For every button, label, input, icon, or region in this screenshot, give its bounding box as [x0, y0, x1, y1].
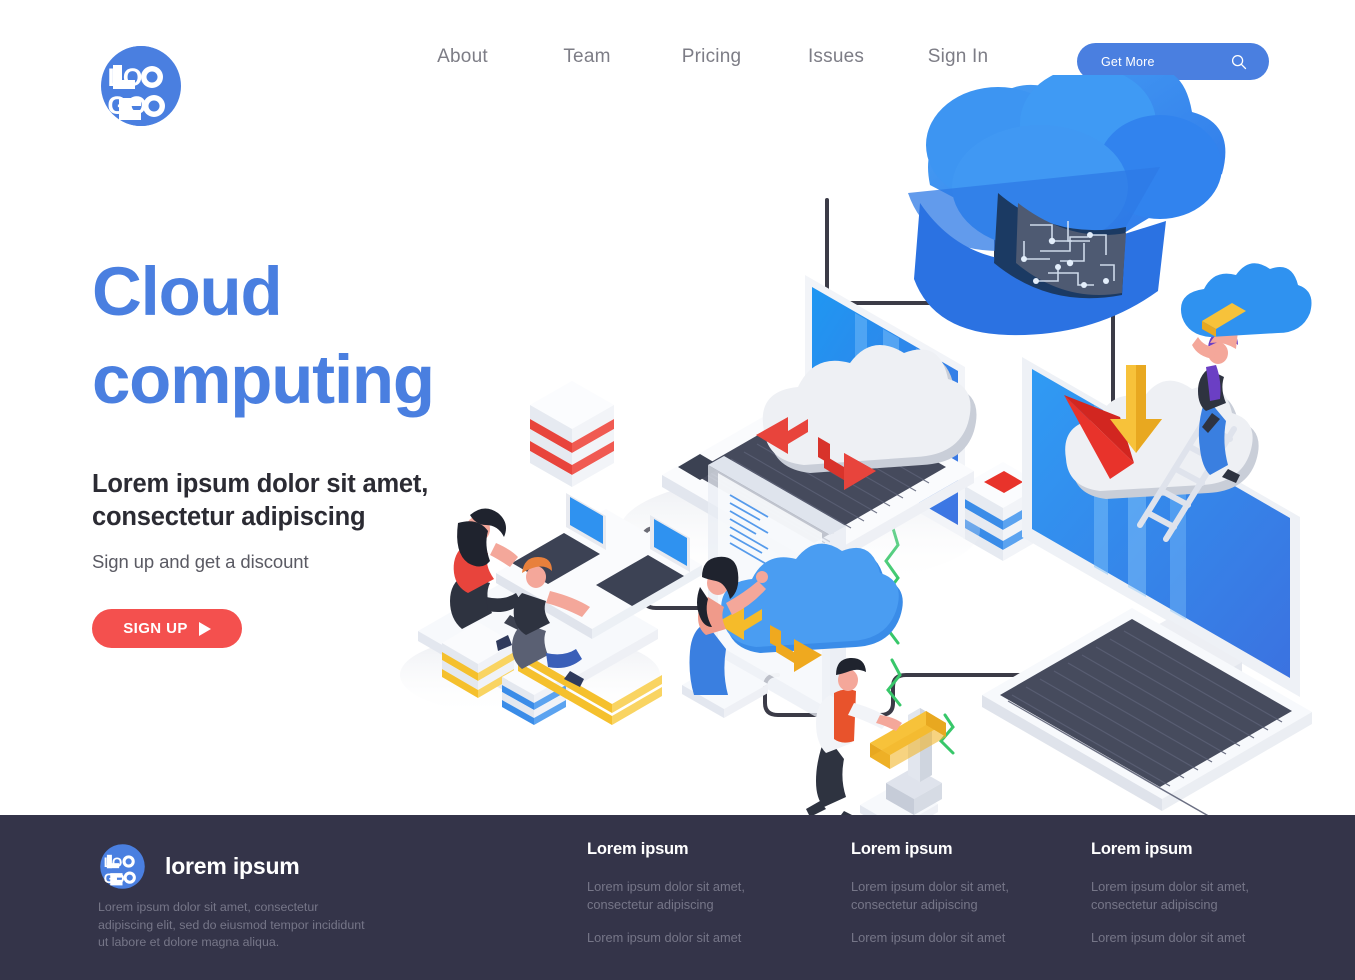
circular-logo-icon: LO GO: [100, 844, 145, 889]
sign-up-label: SIGN UP: [123, 620, 188, 637]
footer-brand[interactable]: LO GO lorem ipsum: [98, 842, 300, 891]
footer-link[interactable]: Lorem ipsum dolor sit amet, consectetur …: [1091, 878, 1306, 913]
nav-item-pricing[interactable]: Pricing: [649, 46, 774, 68]
footer-column-title: Lorem ipsum: [1091, 840, 1193, 858]
footer-column-title: Lorem ipsum: [587, 840, 689, 858]
sign-up-button[interactable]: SIGN UP: [92, 609, 242, 648]
footer-logo-text-go: GO: [104, 871, 125, 886]
server-stack-red: [530, 381, 614, 487]
nav-item-issues[interactable]: Issues: [774, 46, 898, 68]
footer-column-title: Lorem ipsum: [851, 840, 953, 858]
footer-about-text: Lorem ipsum dolor sit amet, consectetur …: [98, 900, 365, 949]
play-triangle-icon: [198, 621, 211, 636]
main-navigation: About Team Pricing Issues Sign In: [400, 46, 1018, 68]
brand-logo[interactable]: LO GO: [97, 42, 185, 130]
footer-link[interactable]: Lorem ipsum dolor sit amet: [851, 929, 1066, 947]
nav-item-signin[interactable]: Sign In: [898, 46, 1018, 68]
footer-link[interactable]: Lorem ipsum dolor sit amet, consectetur …: [851, 878, 1066, 913]
footer-logo-text-lo: LO: [104, 855, 123, 870]
page-title-line-2: computing: [92, 341, 435, 418]
footer-column-2: Lorem ipsum Lorem ipsum dolor sit amet, …: [851, 840, 1066, 947]
site-footer: LO GO lorem ipsum Lorem ipsum dolor sit …: [0, 815, 1355, 980]
footer-column-1: Lorem ipsum Lorem ipsum dolor sit amet, …: [587, 840, 802, 947]
cloud-with-circuit-board: [908, 75, 1226, 336]
search-icon: [1231, 54, 1247, 69]
footer-link[interactable]: Lorem ipsum dolor sit amet: [1091, 929, 1306, 947]
footer-link[interactable]: Lorem ipsum dolor sit amet, consectetur …: [587, 878, 802, 913]
footer-brand-name: lorem ipsum: [165, 853, 300, 879]
get-more-label: Get More: [1101, 54, 1155, 69]
circular-logo-icon: LO GO: [101, 46, 181, 126]
page-title-line-1: Cloud: [92, 253, 283, 330]
footer-link[interactable]: Lorem ipsum dolor sit amet: [587, 929, 802, 947]
footer-column-3: Lorem ipsum Lorem ipsum dolor sit amet, …: [1091, 840, 1306, 947]
isometric-cloud-computing-illustration: [400, 75, 1355, 815]
nav-item-about[interactable]: About: [400, 46, 525, 68]
nav-item-team[interactable]: Team: [525, 46, 649, 68]
